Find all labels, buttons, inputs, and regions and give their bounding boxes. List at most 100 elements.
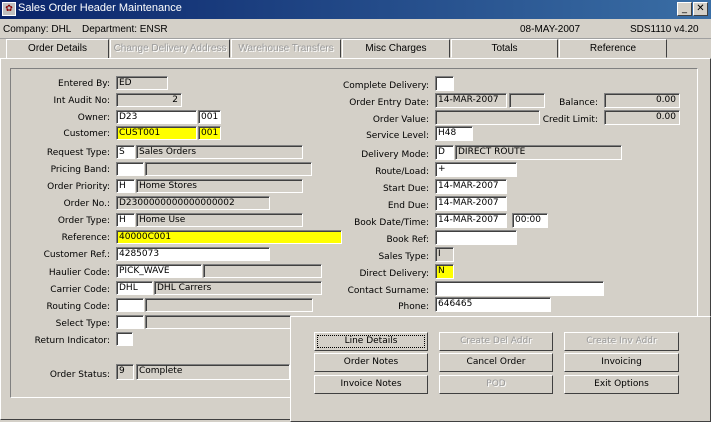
owner-field[interactable]: D23	[116, 110, 197, 124]
order-notes-button[interactable]: Order Notes	[314, 353, 428, 372]
int-audit-no-label: Int Audit No:	[53, 96, 110, 106]
haulier-code-field[interactable]: PICK_WAVE	[116, 264, 202, 278]
app-icon: ✿	[2, 2, 16, 16]
sales-type-label: Sales Type:	[378, 252, 429, 262]
pricing-band-code-field[interactable]	[116, 162, 144, 176]
direct-delivery-field[interactable]: N	[435, 264, 454, 279]
route-load-field[interactable]: +	[435, 162, 517, 177]
order-priority-code-field[interactable]: H	[116, 179, 135, 193]
create-del-addr-button[interactable]: Create Del Addr	[439, 332, 553, 351]
order-entry-date-field: 14-MAR-2007	[435, 93, 507, 108]
cancel-order-button[interactable]: Cancel Order	[439, 353, 553, 372]
tab-order-details[interactable]: Order Details	[6, 39, 109, 59]
request-type-desc-field: Sales Orders	[136, 145, 303, 159]
entered-by-label: Entered By:	[58, 79, 110, 89]
start-due-label: Start Due:	[382, 184, 429, 194]
info-bar: Company: DHL Department: ENSR 08-MAY-200…	[0, 19, 711, 39]
minimize-button[interactable]: _	[677, 2, 692, 16]
book-date-field[interactable]: 14-MAR-2007	[435, 213, 507, 228]
invoice-notes-button[interactable]: Invoice Notes	[314, 375, 428, 394]
order-type-code-field[interactable]: H	[116, 213, 135, 227]
delivery-mode-code-field[interactable]: D	[435, 145, 454, 160]
end-due-field[interactable]: 14-MAR-2007	[435, 196, 507, 211]
title-bar: ✿ Sales Order Header Maintenance _ ✕	[0, 0, 711, 19]
tab-change-delivery-address[interactable]: Change Delivery Address	[110, 39, 230, 58]
date-label: 08-MAY-2007	[520, 24, 581, 35]
credit-limit-label: Credit Limit:	[542, 115, 598, 125]
customer-label: Customer:	[63, 129, 110, 139]
invoicing-button[interactable]: Invoicing	[564, 353, 679, 372]
customer-ref-field[interactable]: 4285073	[116, 247, 270, 261]
order-status-desc-field: Complete	[136, 364, 290, 380]
entered-by-field: ED	[116, 76, 168, 90]
book-date-time-label: Book Date/Time:	[354, 218, 429, 228]
carrier-code-field[interactable]: DHL	[116, 281, 153, 295]
select-type-field[interactable]	[116, 315, 144, 329]
balance-label: Balance:	[559, 98, 598, 108]
haulier-code-label: Haulier Code:	[48, 268, 110, 278]
delivery-mode-label: Delivery Mode:	[361, 150, 429, 160]
pricing-band-label: Pricing Band:	[50, 165, 110, 175]
window-title: Sales Order Header Maintenance	[18, 2, 182, 14]
order-priority-label: Order Priority:	[47, 182, 110, 192]
tab-warehouse-transfers[interactable]: Warehouse Transfers	[231, 39, 341, 58]
int-audit-no-field: 2	[116, 93, 182, 107]
phone-field[interactable]: 646465	[435, 297, 551, 312]
routing-desc-field	[145, 298, 313, 312]
customer-site-field[interactable]: 001	[198, 126, 221, 140]
book-time-field[interactable]: 00:00	[512, 213, 548, 228]
carrier-desc-field: DHL Carrers	[154, 281, 322, 295]
create-inv-addr-button[interactable]: Create Inv Addr	[564, 332, 679, 351]
order-status-label: Order Status:	[49, 370, 110, 380]
reference-label: Reference:	[61, 233, 110, 243]
select-type-desc-field	[145, 315, 291, 329]
owner-label: Owner:	[77, 113, 110, 123]
tab-reference[interactable]: Reference	[559, 39, 667, 58]
request-type-code-field[interactable]: S	[116, 145, 135, 159]
credit-limit-field: 0.00	[604, 110, 680, 125]
reference-field[interactable]: 40000C001	[116, 230, 342, 244]
routing-code-label: Routing Code:	[46, 302, 110, 312]
version-label: SDS1110 v4.20	[630, 24, 699, 35]
order-no-field: D2300000000000000002	[116, 196, 270, 210]
start-due-field[interactable]: 14-MAR-2007	[435, 179, 507, 194]
company-label: Company: DHL	[3, 24, 72, 35]
return-indicator-label: Return Indicator:	[34, 336, 110, 346]
carrier-code-label: Carrier Code:	[50, 285, 110, 295]
exit-options-button[interactable]: Exit Options	[564, 375, 679, 394]
haulier-desc-field	[203, 264, 322, 278]
service-level-label: Service Level:	[366, 131, 429, 141]
book-ref-field[interactable]	[435, 230, 517, 245]
routing-code-field[interactable]	[116, 298, 144, 312]
end-due-label: End Due:	[387, 201, 429, 211]
book-ref-label: Book Ref:	[386, 235, 429, 245]
balance-field: 0.00	[604, 93, 680, 108]
tab-misc-charges[interactable]: Misc Charges	[342, 39, 450, 58]
complete-delivery-field[interactable]	[435, 76, 454, 91]
owner-site-field[interactable]: 001	[198, 110, 221, 124]
direct-delivery-label: Direct Delivery:	[359, 269, 429, 279]
order-value-field	[435, 110, 540, 125]
service-level-field[interactable]: H48	[435, 126, 473, 141]
order-type-desc-field: Home Use	[136, 213, 303, 227]
contact-surname-field[interactable]	[435, 281, 604, 296]
tab-totals[interactable]: Totals	[451, 39, 558, 58]
order-type-label: Order Type:	[57, 216, 110, 226]
order-no-label: Order No.:	[63, 199, 110, 209]
request-type-label: Request Type:	[46, 148, 110, 158]
customer-field[interactable]: CUST001	[116, 126, 197, 140]
sales-type-field: I	[435, 247, 454, 262]
line-details-button[interactable]: Line Details	[314, 332, 428, 351]
customer-ref-label: Customer Ref.:	[43, 250, 110, 260]
contact-surname-label: Contact Surname:	[347, 286, 429, 296]
order-entry-date-label: Order Entry Date:	[349, 98, 429, 108]
action-button-panel: Line Details Create Del Addr Create Inv …	[290, 316, 711, 422]
return-indicator-field[interactable]	[116, 332, 133, 346]
complete-delivery-label: Complete Delivery:	[343, 81, 429, 91]
delivery-mode-desc-field: DIRECT ROUTE	[455, 145, 622, 160]
pod-button[interactable]: POD	[439, 375, 553, 394]
phone-label: Phone:	[398, 302, 429, 312]
pricing-band-desc-field	[145, 162, 312, 176]
close-button[interactable]: ✕	[693, 2, 708, 16]
order-status-code-field: 9	[116, 364, 134, 380]
